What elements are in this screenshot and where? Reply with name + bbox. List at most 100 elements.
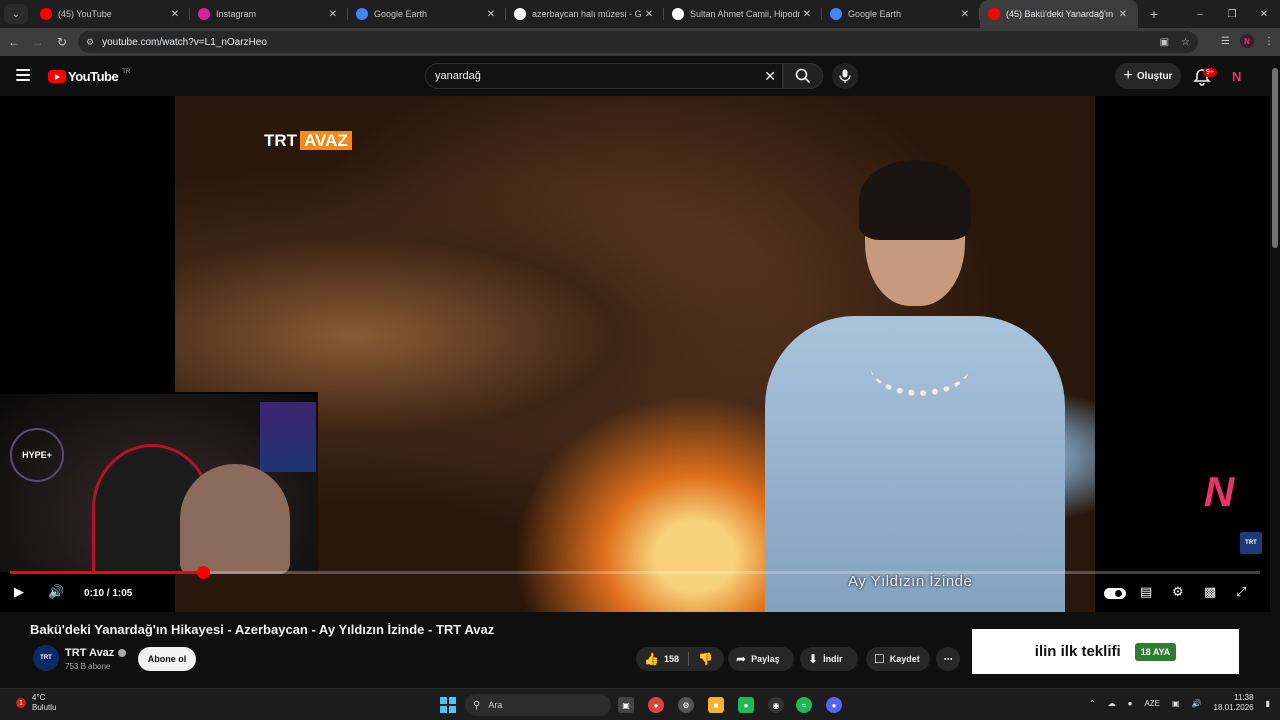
channel-watermark: TRT AVAZ xyxy=(264,131,352,151)
tab-label: azerbaycan halı müzesi - Goog xyxy=(532,9,642,19)
miniplayer-icon[interactable]: ▩ xyxy=(1204,584,1216,600)
taskbar-search[interactable]: ⚲ Ara xyxy=(465,694,611,716)
profile-avatar[interactable]: N xyxy=(1240,34,1254,48)
tab-favicon-icon xyxy=(988,8,1000,20)
subscribe-button[interactable]: Abone ol xyxy=(138,647,196,671)
tab-close-icon[interactable]: ✕ xyxy=(1116,9,1130,20)
search-button[interactable] xyxy=(783,63,823,89)
browser-tab[interactable]: Google Earth ✕ xyxy=(348,0,506,28)
whatsapp-icon[interactable]: ● xyxy=(738,697,754,713)
new-tab-button[interactable]: + xyxy=(1142,6,1166,22)
webcam-overlay: HYPE+ xyxy=(0,392,318,574)
maximize-button[interactable]: ❐ xyxy=(1216,0,1248,28)
channel-name[interactable]: TRT Avaz xyxy=(65,647,127,659)
ad-badge: 18 AYA xyxy=(1134,642,1177,661)
streamer-image xyxy=(180,464,290,574)
voice-search-button[interactable] xyxy=(832,63,858,89)
tab-close-icon[interactable]: ✕ xyxy=(958,9,972,20)
settings-app-icon[interactable]: ⚙ xyxy=(678,697,694,713)
like-button[interactable]: 👍 158 👎 xyxy=(636,647,724,671)
tray-overflow-icon[interactable]: ⌃ xyxy=(1089,699,1096,708)
browser-tab[interactable]: (45) Bakü'deki Yanardağ'ın Hika✕ xyxy=(980,0,1138,28)
close-window-button[interactable]: ✕ xyxy=(1248,0,1280,28)
settings-gear-icon[interactable]: ⚙ xyxy=(1172,584,1184,600)
back-button[interactable]: ← xyxy=(2,35,26,49)
page-scrollbar[interactable] xyxy=(1270,56,1280,688)
tab-close-icon[interactable]: ✕ xyxy=(642,9,656,20)
site-info-icon[interactable]: ⚙ xyxy=(86,37,94,48)
tab-label: (45) YouTube xyxy=(58,9,112,19)
browser-tab[interactable]: Sultan Ahmet Camii, Hipodrom✕ xyxy=(664,0,822,28)
youtube-logo[interactable]: YouTube TR xyxy=(48,69,130,84)
browser-tab[interactable]: Instagram ✕ xyxy=(190,0,348,28)
wifi-icon[interactable]: ▣ xyxy=(1172,699,1180,708)
file-explorer-icon[interactable]: ■ xyxy=(708,697,724,713)
window-controls: – ❐ ✕ xyxy=(1184,0,1280,28)
thumbs-down-icon[interactable]: 👎 xyxy=(698,652,713,666)
create-button[interactable]: + Oluştur xyxy=(1115,63,1181,89)
country-code: TR xyxy=(122,68,131,75)
video-progress-bar[interactable] xyxy=(10,566,1260,579)
channel-avatar[interactable]: TRT xyxy=(33,645,59,671)
search-icon: ⚲ xyxy=(473,699,481,711)
fullscreen-icon[interactable]: ⤢ xyxy=(1236,584,1246,600)
notification-center-icon[interactable]: ▮ xyxy=(1266,699,1270,708)
browser-tab[interactable]: (45) YouTube ✕ xyxy=(32,0,190,28)
mic-tray-icon[interactable]: ● xyxy=(1128,699,1133,708)
minimize-button[interactable]: – xyxy=(1184,0,1216,28)
task-view-icon[interactable]: ▣ xyxy=(618,697,634,713)
reload-button[interactable]: ↻ xyxy=(50,35,74,49)
browser-tab[interactable]: azerbaycan halı müzesi - Goog✕ xyxy=(506,0,664,28)
play-icon[interactable]: ▶ xyxy=(14,584,24,600)
weather-widget[interactable]: 1 4°C Bulutlu xyxy=(16,693,56,713)
tab-close-icon[interactable]: ✕ xyxy=(168,9,182,20)
volume-tray-icon[interactable]: 🔊 xyxy=(1192,699,1202,708)
tab-close-icon[interactable]: ✕ xyxy=(326,9,340,20)
tab-close-icon[interactable]: ✕ xyxy=(484,9,498,20)
browser-tab[interactable]: Google Earth ✕ xyxy=(822,0,980,28)
discord-icon[interactable]: ● xyxy=(826,697,842,713)
search-input[interactable]: yanardağ ✕ xyxy=(425,63,783,89)
bookmark-icon: ☐ xyxy=(874,652,885,666)
share-button[interactable]: ➦ Paylaş xyxy=(728,647,794,671)
streamer-logo: N xyxy=(1204,468,1235,515)
chrome-icon[interactable]: ● xyxy=(648,697,664,713)
bookmark-star-icon[interactable]: ☆ xyxy=(1181,37,1190,48)
forward-button[interactable]: → xyxy=(26,35,50,49)
clear-search-icon[interactable]: ✕ xyxy=(764,68,776,85)
clock[interactable]: 11:38 18.01.2026 xyxy=(1214,693,1254,713)
autoplay-toggle[interactable] xyxy=(1104,588,1126,599)
played-progress xyxy=(10,571,203,574)
browser-menu-icon[interactable]: ⋮ xyxy=(1264,36,1274,47)
account-avatar[interactable]: N xyxy=(1232,69,1248,85)
tab-close-icon[interactable]: ✕ xyxy=(800,9,814,20)
hamburger-menu-icon[interactable] xyxy=(16,69,30,81)
notification-count-badge: 9+ xyxy=(1203,68,1217,77)
download-button[interactable]: ⬇ İndir xyxy=(800,647,858,671)
url-bar[interactable]: ⚙ youtube.com/watch?v=L1_nOarzHeo ▣ ☆ xyxy=(78,31,1198,53)
obs-icon[interactable]: ◉ xyxy=(768,697,784,713)
subtitles-icon[interactable]: ▤ xyxy=(1140,584,1152,600)
ad-banner[interactable]: ilin ilk teklifi 18 AYA xyxy=(972,629,1239,674)
like-count: 158 xyxy=(663,654,679,664)
tab-search-button[interactable]: ⌄ xyxy=(4,4,28,24)
youtube-header: YouTube TR yanardağ ✕ + Oluştur N xyxy=(0,56,1270,96)
microphone-icon xyxy=(839,69,851,83)
download-label: İndir xyxy=(823,654,843,664)
start-menu-icon[interactable] xyxy=(440,697,456,713)
install-app-icon[interactable]: ▣ xyxy=(1160,37,1169,48)
weather-condition: Bulutlu xyxy=(32,703,57,712)
network-icon[interactable]: ☁ xyxy=(1108,699,1116,708)
save-button[interactable]: ☐ Kaydet xyxy=(866,647,930,671)
more-actions-button[interactable]: ⋯ xyxy=(936,647,960,671)
video-player[interactable]: TRT AVAZ Ay Yıldızın İzinde N TRT HYPE+ ▶… xyxy=(0,96,1270,612)
language-indicator[interactable]: AZE xyxy=(1144,699,1160,708)
share-label: Paylaş xyxy=(751,654,780,664)
tab-label: Instagram xyxy=(216,9,257,19)
scrubber-handle[interactable] xyxy=(196,566,210,579)
tab-favicon-icon xyxy=(198,8,210,20)
media-control-icon[interactable]: ☰ xyxy=(1221,36,1230,47)
taskbar-search-placeholder: Ara xyxy=(488,700,503,710)
spotify-icon[interactable]: ≈ xyxy=(796,697,812,713)
volume-icon[interactable]: 🔊 xyxy=(48,584,64,600)
